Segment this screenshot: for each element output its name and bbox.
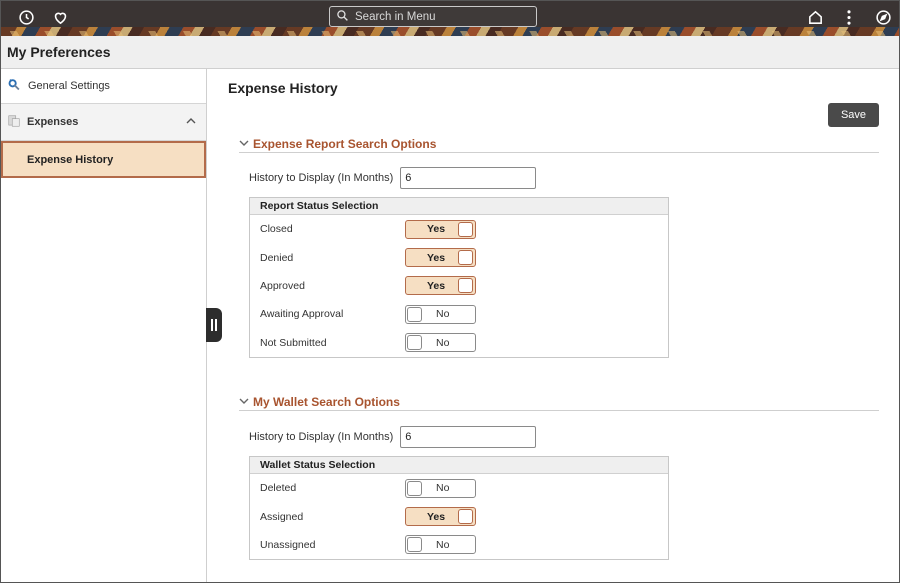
status-label: Assigned — [260, 510, 304, 523]
wallet-status-box: Wallet Status Selection Deleted No Assigne… — [249, 456, 669, 561]
toggle-closed[interactable]: Yes — [405, 219, 476, 239]
status-label: Unassigned — [260, 538, 316, 551]
toggle-text: Yes — [427, 510, 446, 523]
toggle-text: No — [436, 482, 450, 495]
status-label: Denied — [260, 251, 294, 264]
report-status-box: Report Status Selection Closed Yes Denied Y… — [249, 197, 669, 358]
top-banner — [1, 1, 899, 36]
status-label: Approved — [260, 279, 305, 292]
search-bar[interactable] — [329, 6, 537, 27]
main-content: Expense History Save Expense Report Sear… — [208, 69, 899, 582]
sidebar-item-label: General Settings — [28, 80, 110, 92]
navbar-compass-icon[interactable] — [874, 8, 892, 26]
toggle-deleted[interactable]: No — [405, 478, 476, 498]
sidebar: General Settings Expenses Expense Histor… — [1, 69, 207, 582]
app-frame: My Preferences General Settings Expenses… — [0, 0, 900, 583]
chevron-down-icon — [239, 138, 249, 151]
toggle-knob — [458, 509, 473, 525]
sidebar-group-label: Expenses — [27, 116, 79, 128]
chevron-up-icon — [186, 116, 196, 129]
gear-wrench-icon — [7, 77, 22, 95]
toggle-text: No — [436, 538, 450, 551]
toggle-text: Yes — [427, 279, 446, 292]
save-button[interactable]: Save — [828, 103, 879, 127]
status-row-deleted: Deleted No — [250, 474, 668, 502]
field-label: History to Display (In Months) — [249, 431, 394, 443]
status-label: Deleted — [260, 482, 297, 495]
status-label: Closed — [260, 223, 293, 236]
favorites-heart-icon[interactable] — [51, 8, 69, 26]
toggle-knob — [458, 278, 473, 294]
toggle-unassigned[interactable]: No — [405, 535, 476, 555]
box-title: Wallet Status Selection — [250, 457, 668, 474]
title-bar: My Preferences — [1, 36, 899, 69]
toggle-text: No — [436, 336, 450, 349]
status-row-closed: Closed Yes — [250, 215, 668, 243]
toggle-knob — [407, 480, 422, 496]
toggle-text: Yes — [427, 251, 446, 264]
section-title: My Wallet Search Options — [253, 395, 400, 409]
toggle-knob — [407, 537, 422, 553]
toggle-knob — [458, 250, 473, 266]
search-input[interactable] — [355, 10, 525, 23]
status-row-denied: Denied Yes — [250, 243, 668, 271]
toggle-knob — [407, 306, 422, 322]
sidebar-item-label: Expense History — [27, 153, 114, 166]
toggle-knob — [458, 221, 473, 237]
wallet-history-field: History to Display (In Months) — [249, 426, 537, 448]
chevron-down-icon — [239, 396, 249, 409]
status-row-approved: Approved Yes — [250, 272, 668, 300]
home-icon[interactable] — [806, 8, 824, 26]
status-label: Not Submitted — [260, 336, 327, 349]
report-history-field: History to Display (In Months) — [249, 167, 537, 189]
section-header-my-wallet[interactable]: My Wallet Search Options — [239, 395, 879, 411]
toggle-awaiting-approval[interactable]: No — [405, 304, 476, 324]
sidebar-item-general-settings[interactable]: General Settings — [1, 69, 206, 104]
toggle-knob — [407, 335, 422, 351]
page-title: Expense History — [228, 80, 338, 96]
sidebar-group-expenses[interactable]: Expenses — [1, 104, 206, 141]
section-header-expense-report[interactable]: Expense Report Search Options — [239, 137, 879, 153]
sidebar-item-expense-history[interactable]: Expense History — [1, 141, 206, 178]
toggle-text: No — [436, 308, 450, 321]
recent-history-icon[interactable] — [17, 8, 35, 26]
page-header-title: My Preferences — [7, 44, 111, 60]
section-title: Expense Report Search Options — [253, 137, 437, 151]
box-title: Report Status Selection — [250, 198, 668, 215]
status-row-assigned: Assigned Yes — [250, 502, 668, 530]
toggle-denied[interactable]: Yes — [405, 248, 476, 268]
wallet-history-input[interactable] — [400, 426, 537, 448]
actions-menu-icon[interactable] — [840, 8, 858, 26]
status-label: Awaiting Approval — [260, 308, 344, 321]
field-label: History to Display (In Months) — [249, 172, 394, 184]
status-row-not-submitted: Not Submitted No — [250, 329, 668, 357]
status-row-awaiting-approval: Awaiting Approval No — [250, 300, 668, 328]
report-history-input[interactable] — [400, 167, 537, 189]
toggle-not-submitted[interactable]: No — [405, 333, 476, 353]
status-row-unassigned: Unassigned No — [250, 531, 668, 559]
receipt-icon — [7, 114, 21, 131]
toggle-assigned[interactable]: Yes — [405, 507, 476, 527]
toggle-approved[interactable]: Yes — [405, 276, 476, 296]
toggle-text: Yes — [427, 223, 446, 236]
search-icon — [336, 9, 349, 25]
